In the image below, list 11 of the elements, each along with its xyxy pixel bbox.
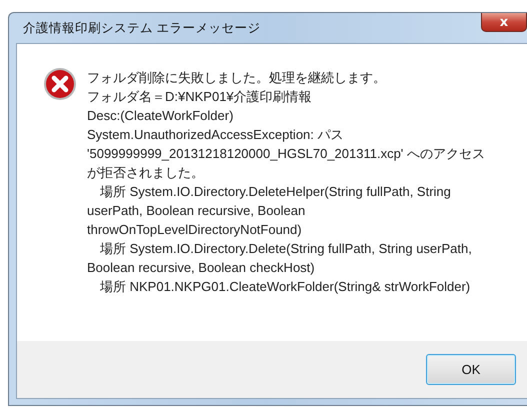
error-icon (43, 67, 77, 101)
close-button[interactable]: x (481, 13, 527, 32)
message-text: 場所 System.IO.Directory.Delete(String fullPath, String userPath, Boolean recursive, Boolean checkHost) (87, 240, 473, 277)
message-text: 場所 NKP01.NKPG01.CleateWorkFolder(String& strWorkFolder) (99, 278, 472, 296)
message-text: フォルダ名＝D:¥NKP01¥介護印刷情報 (87, 88, 313, 106)
window-title: 介護情報印刷システム エラーメッセージ (22, 20, 260, 36)
message-text: 場所 System.IO.Directory.DeleteHelper(String fullPath, String userPath, Boolean recursive, Boolean throwOnTopLevelDirectoryNotFound) (87, 183, 452, 239)
ok-button[interactable]: OK (426, 354, 516, 385)
message-text: Desc:(CleateWorkFolder) (87, 107, 234, 125)
message-text: フォルダ削除に失敗しました。処理を継続します。 (87, 69, 387, 87)
message-text: System.UnauthorizedAccessException: パス '5099999999_20131218120000_HGSL70_201311.xcp' へのアクセスが拒否されました。 (87, 126, 486, 182)
